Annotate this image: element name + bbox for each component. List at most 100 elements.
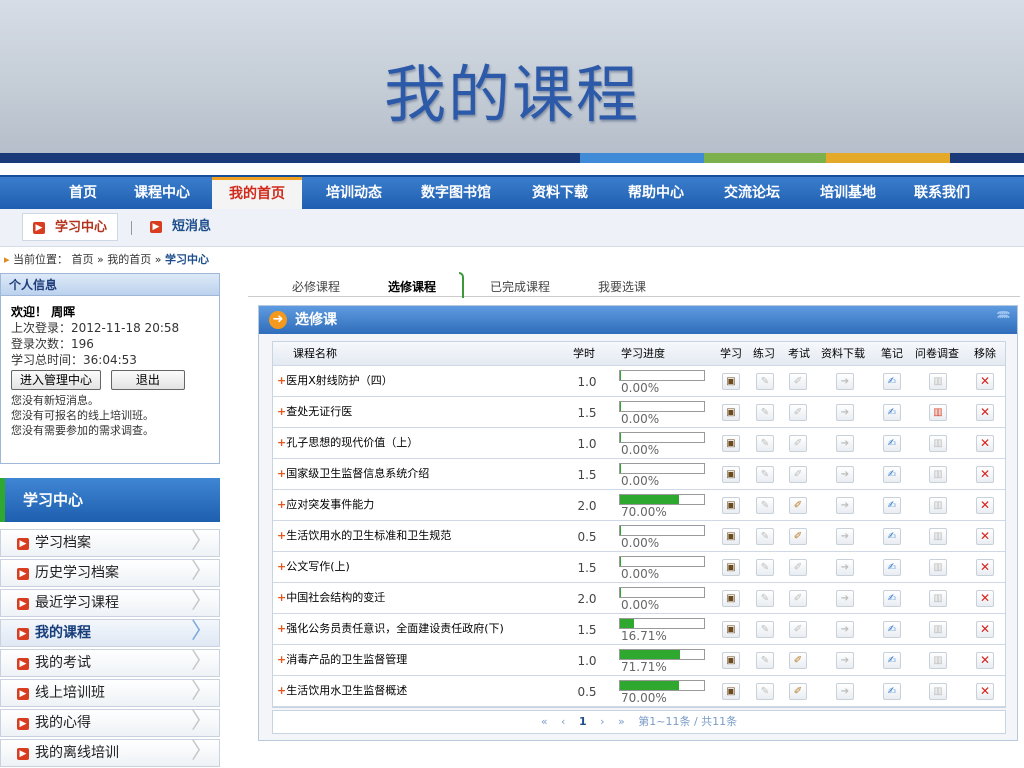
exam-eraser-icon[interactable]: ✐ xyxy=(789,590,807,607)
download-arrow-icon[interactable]: ➔ xyxy=(836,373,854,390)
course-name-cell[interactable]: +应对突发事件能力 xyxy=(277,490,374,520)
left-menu-item[interactable]: ▶ 我的考试 〉 xyxy=(0,649,220,677)
study-tv-icon[interactable]: ▣ xyxy=(722,683,740,700)
survey-chart-icon[interactable]: ▥ xyxy=(929,373,947,390)
remove-x-icon[interactable]: ✕ xyxy=(976,559,994,576)
notes-book-icon[interactable]: ✍ xyxy=(883,466,901,483)
course-name-cell[interactable]: +国家级卫生监督信息系统介绍 xyxy=(277,459,429,489)
nav-item-forum[interactable]: 交流论坛 xyxy=(712,177,792,211)
survey-chart-icon[interactable]: ▥ xyxy=(929,404,947,421)
course-name-cell[interactable]: +生活饮用水卫生监督概述 xyxy=(277,676,407,706)
exam-eraser-icon[interactable]: ✐ xyxy=(789,652,807,669)
survey-chart-icon[interactable]: ▥ xyxy=(929,621,947,638)
left-menu-item[interactable]: ▶ 我的课程 〉 xyxy=(0,619,220,647)
nav-item-my-home[interactable]: 我的首页 xyxy=(212,177,302,211)
exam-eraser-icon[interactable]: ✐ xyxy=(789,435,807,452)
exam-eraser-icon[interactable]: ✐ xyxy=(789,466,807,483)
remove-x-icon[interactable]: ✕ xyxy=(976,373,994,390)
remove-x-icon[interactable]: ✕ xyxy=(976,621,994,638)
tab-enroll[interactable]: 我要选课 xyxy=(598,278,646,295)
nav-item-home[interactable]: 首页 xyxy=(54,177,112,211)
survey-chart-icon[interactable]: ▥ xyxy=(929,590,947,607)
exam-eraser-icon[interactable]: ✐ xyxy=(789,683,807,700)
practice-pencil-icon[interactable]: ✎ xyxy=(756,373,774,390)
practice-pencil-icon[interactable]: ✎ xyxy=(756,590,774,607)
remove-x-icon[interactable]: ✕ xyxy=(976,435,994,452)
course-name-cell[interactable]: +消毒产品的卫生监督管理 xyxy=(277,645,407,675)
course-name-cell[interactable]: +孔子思想的现代价值（上） xyxy=(277,428,418,458)
notes-book-icon[interactable]: ✍ xyxy=(883,621,901,638)
download-arrow-icon[interactable]: ➔ xyxy=(836,683,854,700)
study-tv-icon[interactable]: ▣ xyxy=(722,559,740,576)
pager-next[interactable]: › xyxy=(600,715,604,728)
practice-pencil-icon[interactable]: ✎ xyxy=(756,559,774,576)
practice-pencil-icon[interactable]: ✎ xyxy=(756,466,774,483)
nav-item-training-news[interactable]: 培训动态 xyxy=(316,177,392,211)
remove-x-icon[interactable]: ✕ xyxy=(976,466,994,483)
pager-last[interactable]: » xyxy=(618,715,625,728)
exam-eraser-icon[interactable]: ✐ xyxy=(789,559,807,576)
manage-center-button[interactable]: 进入管理中心 xyxy=(11,370,102,390)
course-name-cell[interactable]: +强化公务员责任意识，全面建设责任政府(下) xyxy=(277,614,504,644)
breadcrumb-home[interactable]: 首页 xyxy=(72,253,94,266)
nav-item-downloads[interactable]: 资料下载 xyxy=(520,177,600,211)
study-tv-icon[interactable]: ▣ xyxy=(722,652,740,669)
pager-current[interactable]: 1 xyxy=(579,715,587,728)
practice-pencil-icon[interactable]: ✎ xyxy=(756,404,774,421)
study-tv-icon[interactable]: ▣ xyxy=(722,590,740,607)
survey-chart-icon[interactable]: ▥ xyxy=(929,559,947,576)
practice-pencil-icon[interactable]: ✎ xyxy=(756,528,774,545)
tab-elective[interactable]: 选修课程 xyxy=(388,278,436,295)
practice-pencil-icon[interactable]: ✎ xyxy=(756,683,774,700)
notes-book-icon[interactable]: ✍ xyxy=(883,497,901,514)
survey-chart-icon[interactable]: ▥ xyxy=(929,528,947,545)
download-arrow-icon[interactable]: ➔ xyxy=(836,528,854,545)
course-name-cell[interactable]: +生活饮用水的卫生标准和卫生规范 xyxy=(277,521,451,551)
left-menu-item[interactable]: ▶ 历史学习档案 〉 xyxy=(0,559,220,587)
remove-x-icon[interactable]: ✕ xyxy=(976,590,994,607)
exam-eraser-icon[interactable]: ✐ xyxy=(789,497,807,514)
left-menu-item[interactable]: ▶ 线上培训班 〉 xyxy=(0,679,220,707)
practice-pencil-icon[interactable]: ✎ xyxy=(756,497,774,514)
notes-book-icon[interactable]: ✍ xyxy=(883,404,901,421)
course-name-cell[interactable]: +公文写作(上) xyxy=(277,552,350,582)
practice-pencil-icon[interactable]: ✎ xyxy=(756,652,774,669)
download-arrow-icon[interactable]: ➔ xyxy=(836,559,854,576)
survey-chart-icon[interactable]: ▥ xyxy=(929,652,947,669)
remove-x-icon[interactable]: ✕ xyxy=(976,528,994,545)
course-name-cell[interactable]: +医用X射线防护（四） xyxy=(277,366,393,396)
practice-pencil-icon[interactable]: ✎ xyxy=(756,435,774,452)
survey-chart-icon[interactable]: ▥ xyxy=(929,497,947,514)
study-tv-icon[interactable]: ▣ xyxy=(722,373,740,390)
nav-item-course-center[interactable]: 课程中心 xyxy=(124,177,200,211)
study-tv-icon[interactable]: ▣ xyxy=(722,435,740,452)
study-tv-icon[interactable]: ▣ xyxy=(722,528,740,545)
practice-pencil-icon[interactable]: ✎ xyxy=(756,621,774,638)
notes-book-icon[interactable]: ✍ xyxy=(883,559,901,576)
download-arrow-icon[interactable]: ➔ xyxy=(836,652,854,669)
survey-chart-icon[interactable]: ▥ xyxy=(929,435,947,452)
download-arrow-icon[interactable]: ➔ xyxy=(836,590,854,607)
tab-completed[interactable]: 已完成课程 xyxy=(490,278,550,295)
notes-book-icon[interactable]: ✍ xyxy=(883,590,901,607)
remove-x-icon[interactable]: ✕ xyxy=(976,404,994,421)
tab-required[interactable]: 必修课程 xyxy=(292,278,340,295)
download-arrow-icon[interactable]: ➔ xyxy=(836,621,854,638)
left-menu-item[interactable]: ▶ 学习档案 〉 xyxy=(0,529,220,557)
nav-item-help[interactable]: 帮助中心 xyxy=(616,177,696,211)
notes-book-icon[interactable]: ✍ xyxy=(883,435,901,452)
nav-item-training-base[interactable]: 培训基地 xyxy=(808,177,888,211)
exam-eraser-icon[interactable]: ✐ xyxy=(789,373,807,390)
notes-book-icon[interactable]: ✍ xyxy=(883,528,901,545)
download-arrow-icon[interactable]: ➔ xyxy=(836,404,854,421)
notes-book-icon[interactable]: ✍ xyxy=(883,683,901,700)
subnav-messages[interactable]: ▶ 短消息 xyxy=(150,213,211,241)
pager-prev[interactable]: ‹ xyxy=(561,715,565,728)
download-arrow-icon[interactable]: ➔ xyxy=(836,466,854,483)
logout-button[interactable]: 退出 xyxy=(110,370,185,390)
left-menu-item[interactable]: ▶ 我的离线培训 〉 xyxy=(0,739,220,767)
left-menu-item[interactable]: ▶ 最近学习课程 〉 xyxy=(0,589,220,617)
subnav-study-center[interactable]: ▶ 学习中心 xyxy=(22,213,119,241)
course-name-cell[interactable]: +查处无证行医 xyxy=(277,397,352,427)
survey-chart-icon[interactable]: ▥ xyxy=(929,683,947,700)
